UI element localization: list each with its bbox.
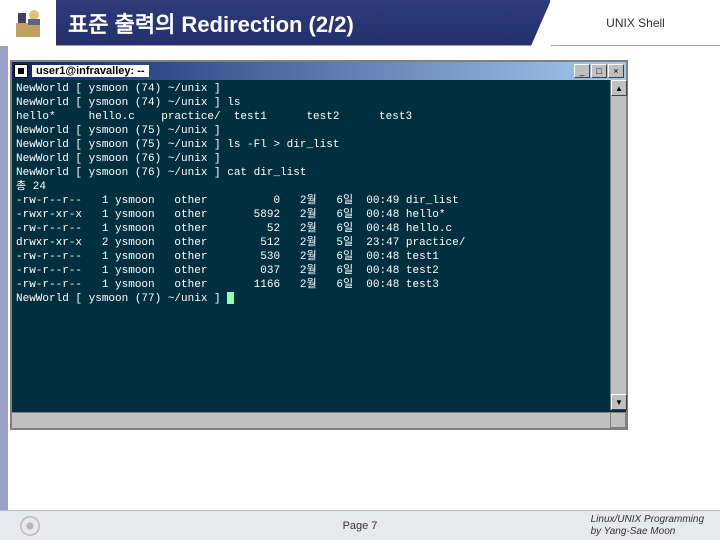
cursor-icon xyxy=(227,292,234,304)
terminal-line: 총 24 xyxy=(16,181,46,193)
page-number: Page 7 xyxy=(343,520,378,532)
slide-title: 표준 출력의 Redirection (2/2) xyxy=(68,7,354,39)
terminal-line: NewWorld [ ysmoon (74) ~/unix ] ls xyxy=(16,97,240,109)
credit-line-1: Linux/UNIX Programming xyxy=(591,514,704,526)
terminal-line: NewWorld [ ysmoon (75) ~/unix ] xyxy=(16,125,221,137)
slide-footer: Page 7 Linux/UNIX Programming by Yang-Sa… xyxy=(0,510,720,540)
terminal-line: -rw-r--r-- 1 ysmoon other 037 2월 6일 00:4… xyxy=(16,265,439,277)
terminal-line: NewWorld [ ysmoon (74) ~/unix ] xyxy=(16,83,221,95)
terminal-line: NewWorld [ ysmoon (75) ~/unix ] ls -Fl >… xyxy=(16,139,339,151)
resize-grip[interactable] xyxy=(610,412,626,428)
footer-credit: Linux/UNIX Programming by Yang-Sae Moon xyxy=(591,514,720,538)
header-logo xyxy=(0,0,56,46)
terminal-title: user1@infravalley: -- xyxy=(32,65,149,77)
terminal-line: -rwxr-xr-x 1 ysmoon other 5892 2월 6일 00:… xyxy=(16,209,446,221)
maximize-button[interactable]: □ xyxy=(591,64,607,78)
title-bar: 표준 출력의 Redirection (2/2) xyxy=(56,0,550,45)
horizontal-scrollbar[interactable] xyxy=(12,412,610,428)
scroll-up-button[interactable]: ▲ xyxy=(611,80,627,96)
close-button[interactable]: × xyxy=(608,64,624,78)
terminal-window: user1@infravalley: -- _ □ × NewWorld [ y… xyxy=(10,60,628,430)
terminal-app-icon xyxy=(14,64,28,78)
terminal-body[interactable]: NewWorld [ ysmoon (74) ~/unix ] NewWorld… xyxy=(12,80,626,410)
terminal-line: -rw-r--r-- 1 ysmoon other 0 2월 6일 00:49 … xyxy=(16,195,459,207)
terminal-line: NewWorld [ ysmoon (77) ~/unix ] xyxy=(16,293,227,305)
footer-logo xyxy=(0,515,60,537)
corner-label: UNIX Shell xyxy=(606,16,665,30)
vertical-scrollbar[interactable]: ▲ ▼ xyxy=(610,80,626,410)
minimize-button[interactable]: _ xyxy=(574,64,590,78)
scroll-down-button[interactable]: ▼ xyxy=(611,394,627,410)
credit-line-2: by Yang-Sae Moon xyxy=(591,526,704,538)
terminal-line: hello* hello.c practice/ test1 test2 tes… xyxy=(16,111,412,123)
terminal-line: -rw-r--r-- 1 ysmoon other 52 2월 6일 00:48… xyxy=(16,223,452,235)
header-corner: UNIX Shell xyxy=(550,0,720,45)
terminal-line: -rw-r--r-- 1 ysmoon other 530 2월 6일 00:4… xyxy=(16,251,439,263)
terminal-line: NewWorld [ ysmoon (76) ~/unix ] cat dir_… xyxy=(16,167,306,179)
slide-header: 표준 출력의 Redirection (2/2) UNIX Shell xyxy=(0,0,720,46)
terminal-line: NewWorld [ ysmoon (76) ~/unix ] xyxy=(16,153,221,165)
terminal-line: drwxr-xr-x 2 ysmoon other 512 2월 5일 23:4… xyxy=(16,237,465,249)
left-side-strip xyxy=(0,46,8,512)
window-buttons: _ □ × xyxy=(574,64,624,78)
terminal-titlebar[interactable]: user1@infravalley: -- _ □ × xyxy=(12,62,626,80)
terminal-line: -rw-r--r-- 1 ysmoon other 1166 2월 6일 00:… xyxy=(16,279,439,291)
